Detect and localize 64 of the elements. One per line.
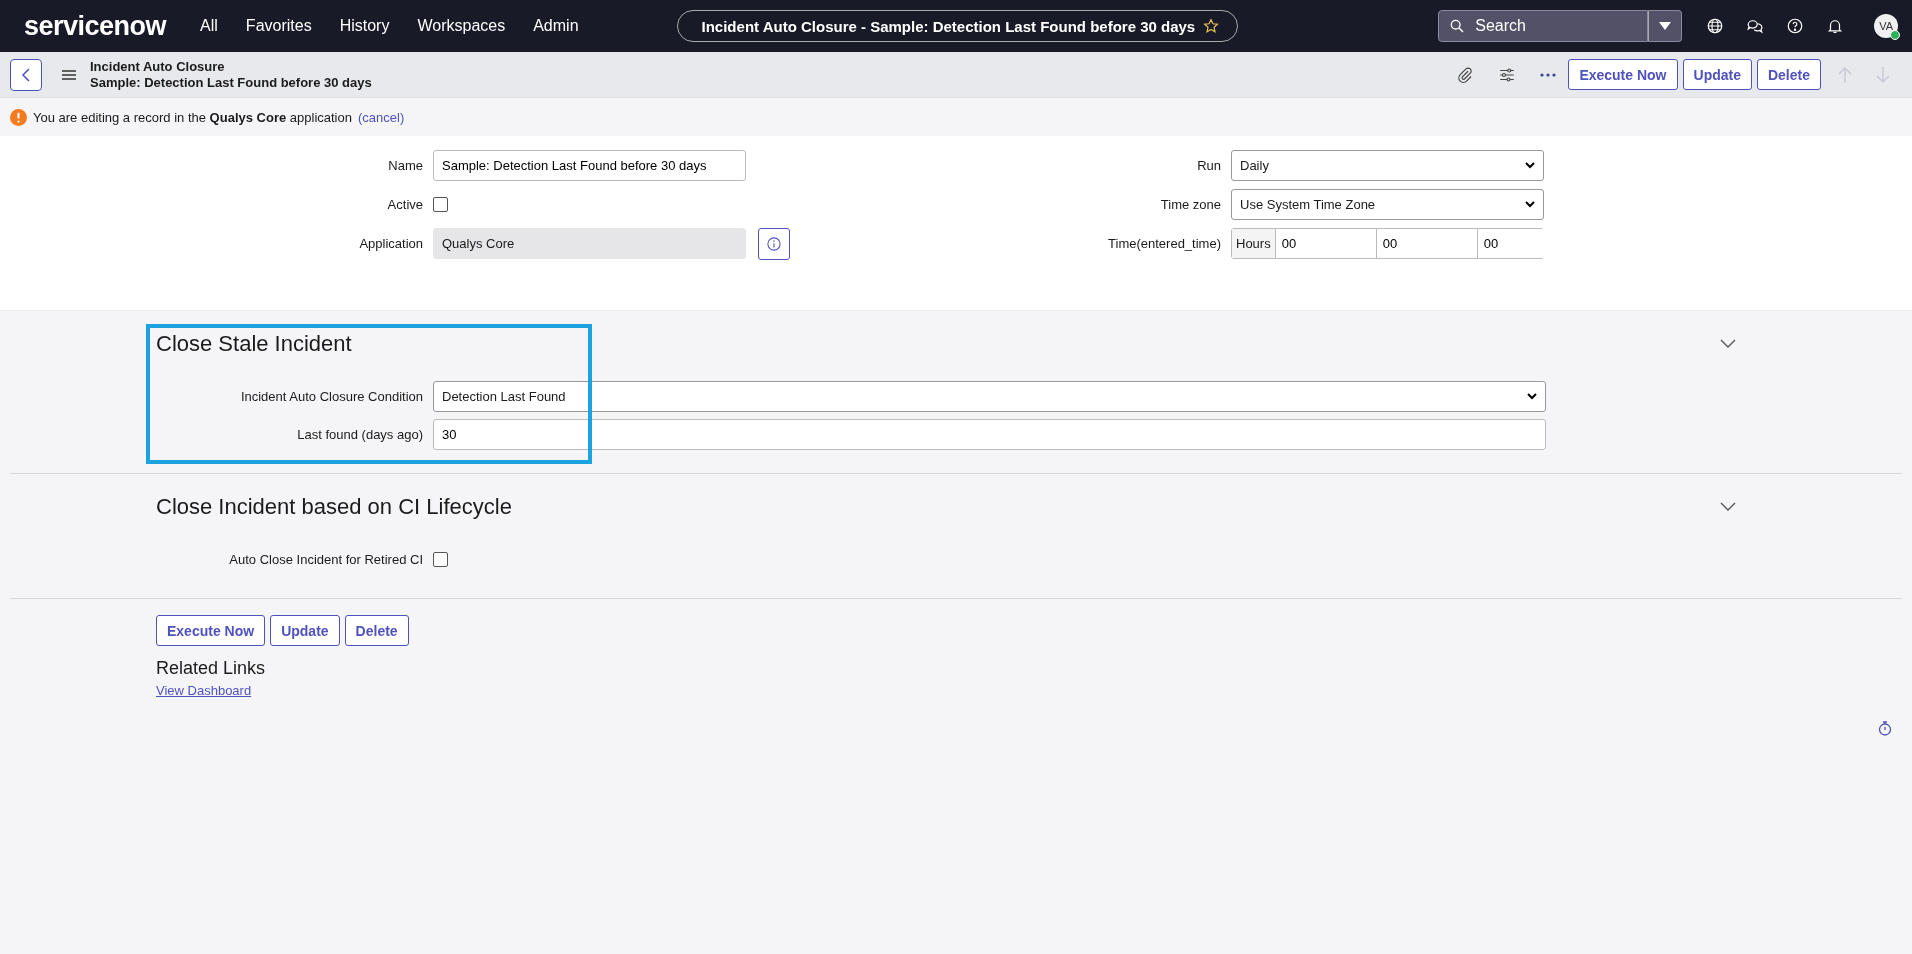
logo[interactable]: servicenow bbox=[24, 10, 167, 42]
chat-icon[interactable] bbox=[1746, 17, 1765, 35]
field-label: Run bbox=[1196, 158, 1221, 173]
hours-label: Hours bbox=[1232, 229, 1276, 258]
cancel-link[interactable]: (cancel) bbox=[357, 109, 405, 125]
search-input[interactable]: Search bbox=[1473, 16, 1628, 36]
condition-select[interactable]: Detection Last Found bbox=[433, 380, 1546, 412]
action-button[interactable]: Execute Now bbox=[156, 615, 266, 646]
nav-link[interactable]: All bbox=[200, 17, 218, 35]
section-title: Close Stale Incident bbox=[156, 331, 352, 357]
field-label: Auto Close Incident for Retired CI bbox=[228, 551, 423, 567]
run-select[interactable]: Daily bbox=[1231, 150, 1544, 181]
field-label: Incident Auto Closure Condition bbox=[239, 388, 423, 404]
more-icon[interactable] bbox=[1540, 72, 1557, 77]
menu-icon[interactable] bbox=[62, 68, 76, 81]
name-field[interactable]: Sample: Detection Last Found before 30 days bbox=[433, 150, 746, 181]
caret-icon bbox=[1525, 201, 1535, 208]
days-field[interactable]: 30 bbox=[433, 418, 1546, 450]
dashboard-link[interactable]: View Dashboard bbox=[156, 683, 1912, 698]
nav-link[interactable]: Workspaces bbox=[417, 17, 506, 35]
help-icon[interactable] bbox=[1786, 17, 1805, 35]
field-label: Application bbox=[358, 236, 423, 251]
caret-icon bbox=[1525, 162, 1535, 169]
action-button[interactable]: Update bbox=[1682, 59, 1752, 90]
caret-icon bbox=[1659, 22, 1672, 30]
back-button[interactable] bbox=[10, 58, 42, 91]
caret-icon bbox=[1527, 392, 1537, 400]
nav-link[interactable]: Admin bbox=[533, 17, 579, 35]
paperclip-icon[interactable] bbox=[1456, 65, 1475, 84]
nav-link[interactable]: History bbox=[339, 17, 390, 35]
globe-icon[interactable] bbox=[1706, 17, 1725, 35]
action-button[interactable]: Delete bbox=[1756, 59, 1821, 90]
field-label: Name bbox=[387, 158, 423, 173]
field-label: Active bbox=[386, 197, 423, 212]
application-field: Qualys Core bbox=[433, 228, 746, 259]
search-field[interactable]: Search bbox=[1438, 10, 1649, 42]
search-icon bbox=[1449, 18, 1466, 34]
search-scope-dropdown[interactable] bbox=[1648, 10, 1683, 42]
action-button[interactable]: Execute Now bbox=[1568, 59, 1678, 90]
active-checkbox[interactable] bbox=[433, 197, 448, 212]
info-button[interactable] bbox=[758, 227, 790, 260]
back-icon bbox=[21, 67, 31, 82]
warning-icon bbox=[10, 108, 27, 126]
action-button[interactable]: Delete bbox=[344, 615, 409, 646]
collapse-chevron-icon[interactable] bbox=[1720, 339, 1736, 349]
field-label: Time zone bbox=[1159, 197, 1221, 212]
settings-sliders-icon[interactable] bbox=[1498, 65, 1517, 84]
table-title: Incident Auto Closure bbox=[90, 58, 226, 75]
field-label: Last found (days ago) bbox=[296, 426, 423, 442]
time-zone-select[interactable]: Use System Time Zone bbox=[1231, 189, 1544, 220]
retired-ci-checkbox[interactable] bbox=[433, 551, 448, 567]
record-title: Sample: Detection Last Found before 30 days bbox=[90, 74, 372, 91]
action-button[interactable]: Update bbox=[270, 615, 340, 646]
nav-link[interactable]: Favorites bbox=[245, 17, 312, 35]
stopwatch-icon[interactable] bbox=[1878, 721, 1892, 736]
related-links-title: Related Links bbox=[156, 658, 267, 679]
info-icon bbox=[767, 236, 781, 251]
field-label: Time(entered_time) bbox=[1107, 236, 1221, 251]
section-title: Close Incident based on CI Lifecycle bbox=[156, 494, 512, 520]
user-avatar[interactable]: VA bbox=[1874, 14, 1899, 38]
collapse-chevron-icon[interactable] bbox=[1720, 502, 1736, 512]
star-icon[interactable] bbox=[1203, 18, 1220, 34]
notice-text: You are editing a record in the Qualys Core application bbox=[33, 109, 352, 125]
bell-icon[interactable] bbox=[1826, 17, 1845, 35]
